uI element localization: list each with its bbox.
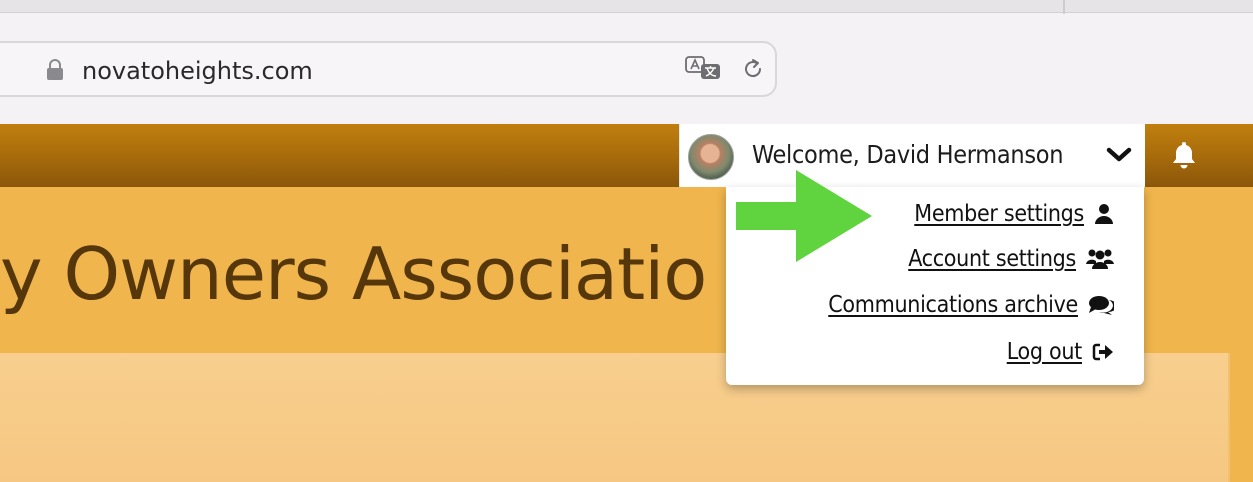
user-avatar[interactable]: [688, 134, 734, 180]
annotation-arrow-icon: [736, 170, 872, 262]
reload-icon[interactable]: [740, 56, 766, 82]
chevron-down-icon[interactable]: [1106, 146, 1132, 164]
menu-item-log-out[interactable]: Log out: [1007, 335, 1114, 369]
menu-item-member-settings[interactable]: Member settings: [914, 197, 1114, 231]
browser-toolbar: novatoheights.com: [0, 0, 1253, 124]
tab-divider: [1063, 0, 1065, 14]
page-title: y Owners Associatio: [0, 232, 707, 316]
comments-icon: [1089, 296, 1114, 315]
users-icon: [1086, 249, 1114, 269]
tab-strip: [0, 0, 1253, 13]
menu-item-communications-archive[interactable]: Communications archive: [828, 288, 1114, 322]
account-settings-link[interactable]: Account settings: [908, 246, 1076, 272]
sign-out-icon: [1092, 343, 1113, 361]
user-icon: [1095, 204, 1113, 224]
menu-item-account-settings[interactable]: Account settings: [908, 242, 1114, 276]
lock-icon: [47, 59, 63, 80]
communications-archive-link[interactable]: Communications archive: [828, 292, 1078, 318]
member-settings-link[interactable]: Member settings: [914, 201, 1084, 227]
bell-icon[interactable]: [1171, 140, 1197, 170]
log-out-link[interactable]: Log out: [1007, 339, 1083, 365]
url-text[interactable]: novatoheights.com: [82, 56, 313, 86]
welcome-text[interactable]: Welcome, David Hermanson: [752, 139, 1063, 171]
translate-icon[interactable]: [684, 54, 724, 84]
